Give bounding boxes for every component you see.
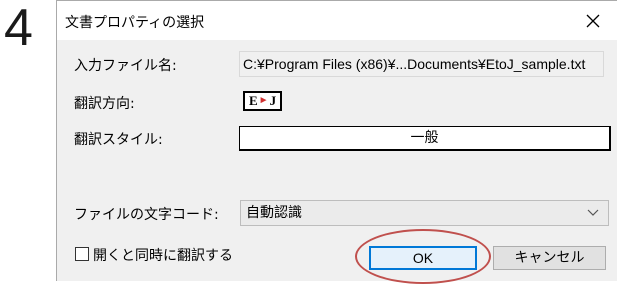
ok-button[interactable]: OK [369,246,477,270]
close-button[interactable] [579,7,607,35]
encoding-select[interactable]: 自動認識 [240,200,609,226]
input-filename-label: 入力ファイル名: [74,58,177,74]
encoding-label: ファイルの文字コード: [74,207,219,223]
dialog-title: 文書プロパティの選択 [65,15,205,31]
badge-target-lang: J [269,93,277,108]
document-properties-dialog: 文書プロパティの選択 入力ファイル名: C:¥Program Files (x8… [56,0,617,284]
input-filename-value: C:¥Program Files (x86)¥...Documents¥EtoJ… [239,51,604,77]
direction-label: 翻訳方向: [74,96,135,112]
badge-source-lang: E [249,93,258,108]
translation-style-button[interactable]: 一般 [239,126,611,151]
open-translate-label: 開くと同時に翻訳する [93,248,233,264]
style-label: 翻訳スタイル: [74,132,163,148]
close-icon [586,14,600,28]
cancel-button[interactable]: キャンセル [493,246,606,270]
chevron-down-icon [587,209,599,216]
translation-direction-badge: E ► J [243,91,283,111]
direction-arrow-icon: ► [258,95,269,106]
step-number: 4 [4,0,33,57]
open-translate-checkbox[interactable] [75,247,89,261]
title-bar: 文書プロパティの選択 [57,0,617,40]
encoding-selected-value: 自動認識 [246,205,302,221]
